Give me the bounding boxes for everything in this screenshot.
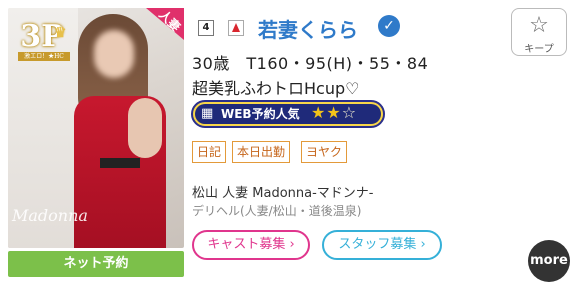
photo-face-blurred [94, 30, 134, 78]
cast-name[interactable]: 若妻くらら [258, 14, 358, 43]
shop-genre: デリヘル(人妻/松山・道後温泉) [192, 204, 362, 218]
rank-up-arrow-icon [228, 20, 244, 36]
web-popularity-badge: ▦ WEB予約人気 ★★☆ [191, 100, 385, 128]
3p-badge-logo: 3P ♛ 激エロ！★HC [16, 12, 70, 62]
net-reserve-button[interactable]: ネット予約 [8, 251, 184, 277]
more-button[interactable]: more [528, 240, 570, 282]
photo-belt [100, 158, 140, 168]
keep-button[interactable]: ☆ キープ [511, 8, 567, 56]
crown-icon: ♛ [54, 25, 67, 41]
star-filled-icon: ★ [326, 103, 342, 122]
keep-label: キープ [524, 44, 554, 55]
tag-diary[interactable]: 日記 [192, 141, 227, 163]
tag-working-today[interactable]: 本日出勤 [232, 141, 291, 163]
photo-arm [128, 98, 162, 158]
cast-catchphrase: 超美乳ふわトロHcup♡ [192, 79, 360, 98]
staff-recruit-button[interactable]: スタッフ募集 › [322, 230, 442, 260]
star-empty-icon: ☆ [341, 103, 358, 122]
web-popularity-label: WEB予約人気 [221, 107, 300, 121]
star-filled-icon: ★ [311, 103, 327, 122]
star-outline-icon: ☆ [529, 13, 549, 38]
cast-recruit-button[interactable]: キャスト募集 › [192, 230, 310, 260]
rank-badge: 4 [198, 20, 214, 36]
cast-stats: 30歳 T160・95(H)・55・84 [192, 54, 429, 73]
cast-card: 3P ♛ 激エロ！★HC 人妻 Madonna ネット予約 4 若妻くらら ✓ … [0, 0, 576, 291]
calendar-icon: ▦ [201, 106, 214, 121]
shop-watermark: Madonna [12, 206, 88, 225]
web-popularity-inner: ▦ WEB予約人気 ★★☆ [195, 103, 381, 124]
verified-check-icon: ✓ [378, 15, 400, 37]
popularity-stars: ★★☆ [311, 103, 357, 122]
tag-reserve[interactable]: ヨヤク [301, 141, 348, 163]
3p-badge-subtitle: 激エロ！★HC [18, 52, 70, 61]
shop-name[interactable]: 松山 人妻 Madonna-マドンナ- [192, 182, 373, 201]
